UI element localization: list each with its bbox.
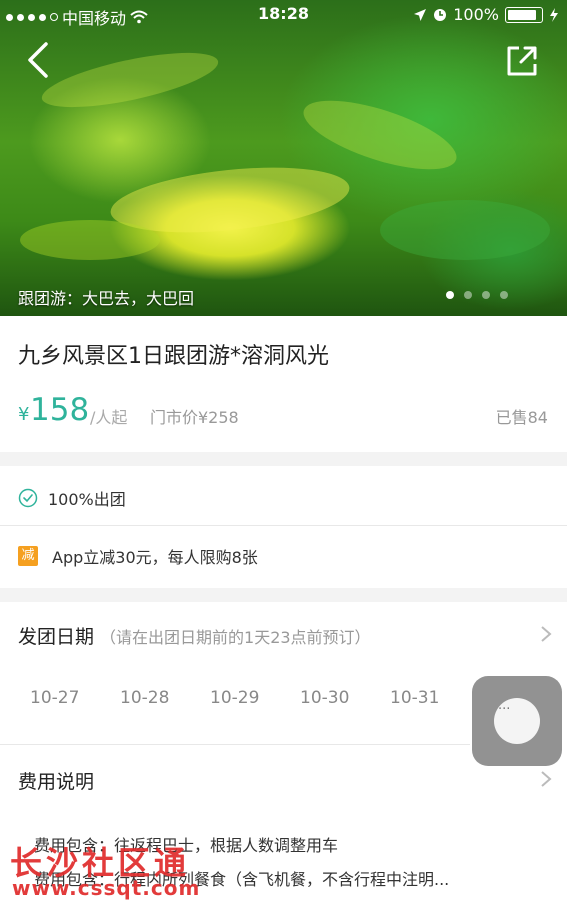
market-price: 门市价¥258 — [150, 408, 239, 427]
back-arrow-icon[interactable] — [22, 40, 56, 80]
date-option[interactable]: 10-29 — [198, 688, 288, 708]
promo-text: App立减30元，每人限购8张 — [52, 548, 258, 567]
price-unit: /人起 — [90, 408, 128, 427]
alarm-icon — [434, 8, 447, 21]
hero-image[interactable] — [0, 0, 567, 316]
date-list: 10-27 10-28 10-29 10-30 10-31 — [18, 688, 468, 708]
divider — [0, 744, 470, 745]
promo-row[interactable]: 减 App立减30元，每人限购8张 — [18, 544, 258, 568]
chevron-right-icon[interactable] — [540, 770, 552, 788]
price-value: 158 — [30, 392, 90, 428]
section-gap — [0, 452, 567, 466]
pager-dot[interactable] — [464, 291, 472, 299]
assistive-touch-button[interactable]: ··· — [472, 676, 562, 766]
check-circle-icon — [18, 488, 38, 508]
pager-dot[interactable] — [482, 291, 490, 299]
battery-percent: 100% — [453, 5, 499, 24]
discount-badge-icon: 减 — [18, 546, 38, 566]
departure-header[interactable]: 发团日期 （请在出团日期前的1天23点前预订） — [18, 622, 558, 652]
date-option[interactable]: 10-27 — [18, 688, 108, 708]
battery-icon — [505, 6, 543, 23]
watermark-url: www.cssqt.com — [12, 876, 201, 900]
fees-header[interactable]: 费用说明 — [18, 767, 558, 797]
product-title: 九乡风景区1日跟团游*溶洞风光 — [18, 344, 329, 369]
chevron-right-icon[interactable] — [540, 625, 552, 643]
more-dots-icon: ··· — [498, 702, 511, 717]
divider — [0, 525, 567, 526]
pager-dot-active[interactable] — [446, 291, 454, 299]
fees-title: 费用说明 — [18, 771, 95, 793]
pager-dot[interactable] — [500, 291, 508, 299]
hero-caption: 跟团游：大巴去，大巴回 — [18, 289, 195, 308]
sold-count: 已售84 — [495, 408, 548, 427]
location-arrow-icon — [414, 8, 427, 21]
guarantee-row: 100%出团 — [18, 486, 126, 510]
carousel-pager[interactable] — [446, 291, 508, 299]
date-option[interactable]: 10-28 — [108, 688, 198, 708]
charging-bolt-icon — [550, 7, 558, 22]
share-icon[interactable] — [505, 44, 539, 78]
date-option[interactable]: 10-30 — [288, 688, 378, 708]
section-gap — [0, 588, 567, 602]
departure-title: 发团日期 — [18, 626, 95, 648]
guarantee-text: 100%出团 — [48, 490, 126, 509]
date-option[interactable]: 10-31 — [378, 688, 468, 708]
status-bar: 中国移动 18:28 100% — [0, 0, 567, 30]
price-row: ¥ 158 /人起 门市价¥258 已售84 — [18, 392, 548, 432]
currency-symbol: ¥ — [18, 404, 30, 425]
departure-hint: （请在出团日期前的1天23点前预订） — [100, 628, 371, 647]
